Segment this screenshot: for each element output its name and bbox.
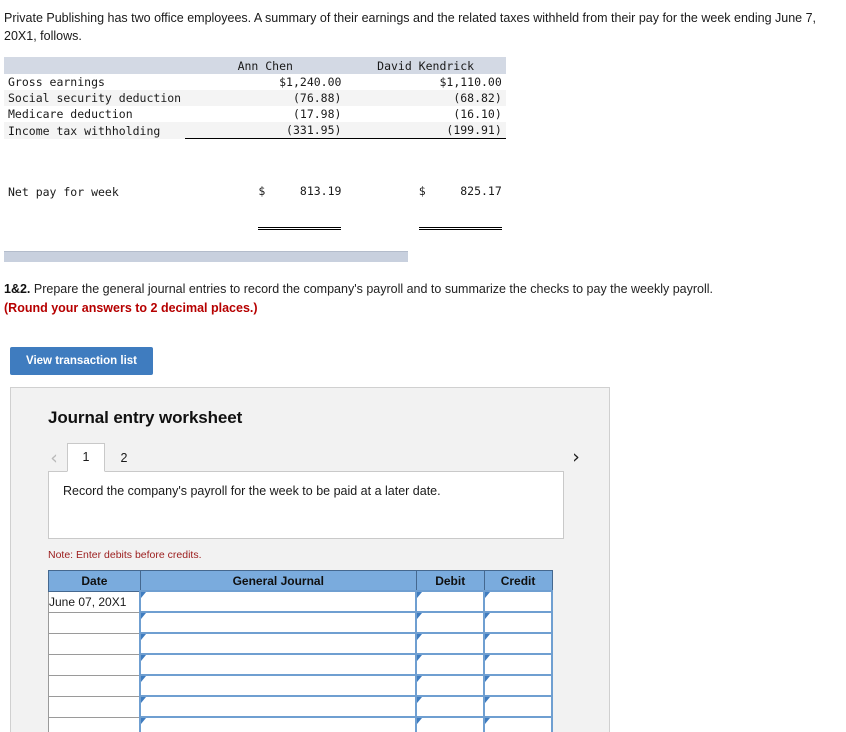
table-row: Medicare deduction (17.98) (16.10) [4,106,506,123]
date-cell-row-5[interactable] [48,674,141,697]
credit-input-row-2[interactable] [483,611,553,635]
row-value-social-security-ann: (76.88) [292,91,342,106]
requirement-number: 1&2. [4,282,31,297]
net-pay-david-amount: 825.17 [460,184,502,199]
worksheet-title: Journal entry worksheet [48,407,243,427]
journal-entry-worksheet-panel: Journal entry worksheet ‹ 1 2 › Record t… [10,386,610,732]
account-input-row-5[interactable] [139,674,418,698]
tab-1[interactable]: 1 [67,442,105,472]
journal-entry-table: Date General Journal Debit Credit June 0… [48,569,553,732]
date-cell-row-3[interactable] [48,632,141,655]
row-label-net-pay: Net pay for week [8,185,119,199]
account-input-row-2[interactable] [139,611,418,635]
row-label-income-tax: Income tax withholding [8,123,161,138]
debit-input-row-2[interactable] [415,611,486,635]
column-header-general-journal: General Journal [139,569,417,592]
earnings-summary: Ann Chen David Kendrick Gross earnings $… [0,45,506,263]
row-value-income-tax-david: (199.91) [345,122,506,140]
tab-2[interactable]: 2 [105,443,143,472]
column-header-credit: Credit [483,569,553,592]
debit-input-row-4[interactable] [415,653,486,677]
row-label-medicare: Medicare deduction [8,107,133,122]
rounding-instruction: (Round your answers to 2 decimal places.… [4,301,258,315]
debit-input-row-6[interactable] [415,695,486,719]
row-value-net-pay-david: $ 825.17 [345,139,505,246]
debit-input-row-3[interactable] [415,632,486,656]
earnings-header-row: Ann Chen David Kendrick [4,57,506,75]
earnings-header-david-kendrick: David Kendrick [345,57,506,75]
earnings-table: Ann Chen David Kendrick Gross earnings $… [4,57,506,246]
row-value-gross-earnings-david: $1,110.00 [439,75,502,90]
row-label-social-security: Social security deduction [8,91,182,106]
row-value-income-tax-ann: (331.95) [185,122,346,140]
worksheet-tabbar: ‹ 1 2 › [29,442,591,472]
credit-input-row-5[interactable] [483,674,553,698]
table-row-total: Net pay for week $ 813.19 $ 825.17 [4,138,506,246]
row-value-net-pay-ann: $ 813.19 [185,139,345,246]
currency-symbol: $ [258,184,266,199]
earnings-table-footer-bar [4,251,408,263]
table-row: Gross earnings $1,240.00 $1,110.00 [4,74,506,91]
worksheet-prompt: Record the company's payroll for the wee… [48,470,564,539]
date-cell-row-1[interactable]: June 07, 20X1 [48,590,141,613]
account-input-row-3[interactable] [139,632,418,656]
chevron-right-icon[interactable]: › [563,443,589,471]
date-cell-row-6[interactable] [48,695,141,718]
view-transaction-list-button[interactable]: View transaction list [10,346,153,375]
journal-header-row: Date General Journal Debit Credit [48,569,553,592]
table-row [48,611,553,635]
row-label-gross-earnings: Gross earnings [8,75,105,90]
row-value-gross-earnings-ann: $1,240.00 [279,75,342,90]
column-header-debit: Debit [415,569,485,592]
problem-intro-text: Private Publishing has two office employ… [4,11,817,44]
account-input-row-1[interactable] [139,590,418,614]
net-pay-ann-amount: 813.19 [299,184,342,199]
table-row [48,695,553,719]
row-value-medicare-david: (16.10) [453,107,502,122]
credit-input-row-6[interactable] [483,695,553,719]
table-row [48,716,553,732]
debit-input-row-5[interactable] [415,674,486,698]
credit-input-row-1[interactable] [483,590,553,614]
table-row [48,653,553,677]
row-value-social-security-david: (68.82) [453,91,502,106]
date-cell-row-7[interactable] [48,716,141,732]
requirement-body: Prepare the general journal entries to r… [30,282,714,297]
column-header-date: Date [48,569,141,592]
debits-before-credits-note: Note: Enter debits before credits. [48,548,202,561]
account-input-row-7[interactable] [139,716,418,732]
currency-symbol: $ [418,184,426,199]
table-row: Social security deduction (76.88) (68.82… [4,90,506,107]
requirement-text: 1&2. Prepare the general journal entries… [0,262,846,318]
table-row [48,632,553,656]
credit-input-row-3[interactable] [483,632,553,656]
earnings-header-blank [4,57,186,75]
date-cell-row-4[interactable] [48,653,141,676]
account-input-row-4[interactable] [139,653,418,677]
credit-input-row-7[interactable] [483,716,553,732]
earnings-header-ann-chen: Ann Chen [185,57,346,75]
row-value-medicare-ann: (17.98) [292,107,342,122]
chevron-left-icon[interactable]: ‹ [41,444,67,472]
table-row: Income tax withholding (331.95) (199.91) [4,122,506,140]
date-cell-row-2[interactable] [48,611,141,634]
journal-table-wrapper: Date General Journal Debit Credit June 0… [48,569,591,732]
credit-input-row-4[interactable] [483,653,553,677]
table-row: June 07, 20X1 [48,590,553,614]
table-row [48,674,553,698]
debit-input-row-1[interactable] [415,590,486,614]
account-input-row-6[interactable] [139,695,418,719]
debit-input-row-7[interactable] [415,716,486,732]
